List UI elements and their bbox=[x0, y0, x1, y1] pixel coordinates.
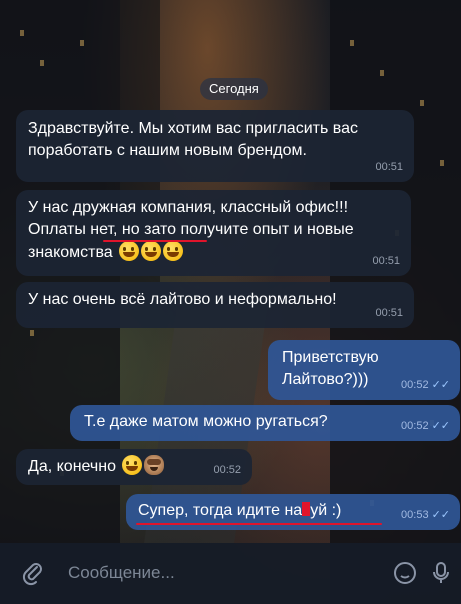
message-time: 00:52 bbox=[213, 464, 241, 476]
message-time: 00:52 ✓✓ bbox=[401, 374, 450, 396]
microphone-icon[interactable] bbox=[428, 560, 454, 586]
highlight-underline bbox=[136, 523, 382, 525]
read-checkmark-icon: ✓✓ bbox=[431, 509, 450, 521]
message-bubble-outgoing[interactable]: Приветствую Лайтово?))) 00:52 ✓✓ bbox=[268, 340, 460, 400]
grinning-face-icon bbox=[141, 241, 162, 261]
message-text: Супер, тогда идите на bbox=[138, 502, 303, 519]
message-time: 00:51 bbox=[375, 161, 403, 173]
message-time: 00:52 ✓✓ bbox=[401, 415, 450, 437]
message-bubble-outgoing[interactable]: Т.е даже матом можно ругаться? 00:52 ✓✓ bbox=[70, 405, 460, 441]
message-text: Здравствуйте. Мы хотим вас пригласить ва… bbox=[28, 120, 358, 159]
message-text: Да, конечно bbox=[28, 458, 116, 475]
message-time: 00:51 bbox=[375, 307, 403, 319]
highlight-underline bbox=[103, 240, 207, 242]
message-input-bar: Сообщение... bbox=[0, 543, 461, 604]
message-text: Т.е даже матом можно ругаться? bbox=[84, 413, 328, 430]
grinning-sweat-face-icon bbox=[122, 455, 143, 475]
read-checkmark-icon: ✓✓ bbox=[431, 420, 450, 432]
grinning-face-icon bbox=[163, 241, 184, 261]
message-bubble-incoming[interactable]: Здравствуйте. Мы хотим вас пригласить ва… bbox=[16, 110, 414, 182]
message-time: 00:51 bbox=[372, 255, 400, 267]
see-no-evil-monkey-icon bbox=[144, 455, 165, 475]
message-bubble-incoming[interactable]: Да, конечно 00:52 bbox=[16, 449, 252, 485]
date-separator: Сегодня bbox=[200, 78, 268, 100]
message-text-highlighted: Оплаты нет bbox=[28, 221, 114, 238]
message-bubble-incoming[interactable]: У нас очень всё лайтово и неформально! 0… bbox=[16, 282, 414, 328]
message-text: Приветствую Лайтово?))) bbox=[282, 349, 379, 388]
message-bubble-incoming[interactable]: У нас дружная компания, классный офис!!!… bbox=[16, 190, 411, 276]
message-text: уй :) bbox=[310, 502, 342, 519]
message-input[interactable]: Сообщение... bbox=[68, 563, 175, 583]
paperclip-icon[interactable] bbox=[20, 560, 46, 586]
message-time: 00:53 ✓✓ bbox=[401, 504, 450, 526]
redaction-mark bbox=[302, 502, 311, 516]
sticker-icon[interactable] bbox=[392, 560, 418, 586]
message-text: У нас дружная компания, классный офис!!! bbox=[28, 199, 349, 216]
grinning-face-icon bbox=[119, 241, 140, 261]
read-checkmark-icon: ✓✓ bbox=[431, 379, 450, 391]
message-text: У нас очень всё лайтово и неформально! bbox=[28, 291, 337, 308]
